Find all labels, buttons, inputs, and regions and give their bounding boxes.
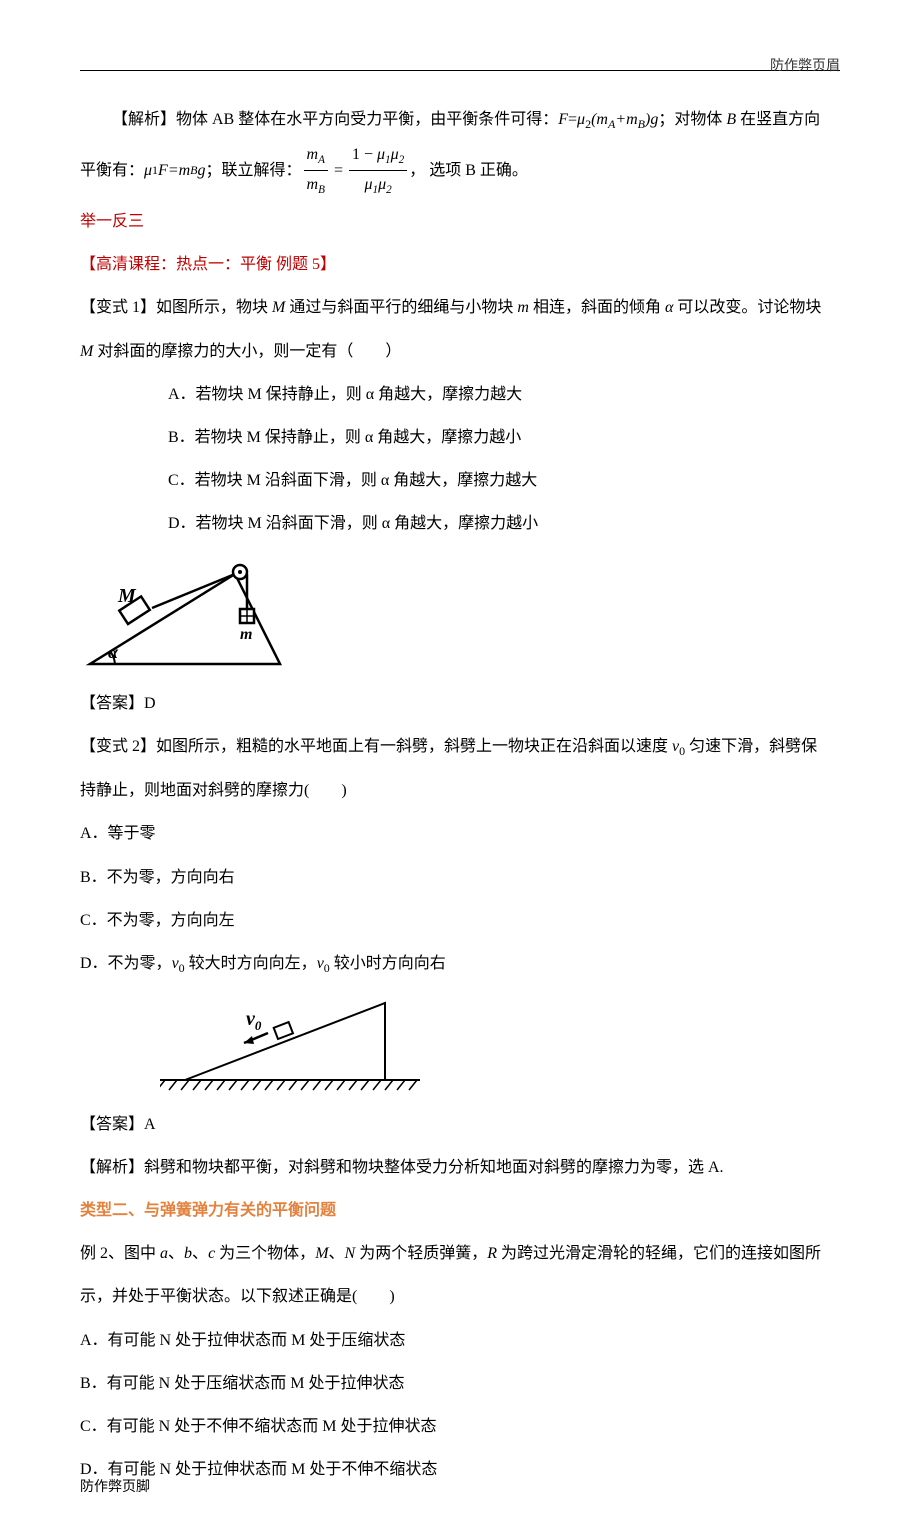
- header-rule: [80, 70, 840, 71]
- var-v: v: [172, 955, 179, 972]
- figure-wedge: v0: [160, 995, 840, 1095]
- den: m: [307, 176, 319, 193]
- fraction-left: mA mB: [304, 141, 328, 200]
- var-v: v: [317, 955, 324, 972]
- content-area: 【解析】物体 AB 整体在水平方向受力平衡，由平衡条件可得：F=μ2(mA+mB…: [80, 106, 840, 1483]
- text: ；联立解得：: [206, 157, 302, 184]
- option-b2: B．不为零，方向向右: [80, 864, 840, 891]
- var-b: b: [184, 1245, 192, 1262]
- solution-para-2: 平衡有： μ1F=mBg ；联立解得： mA mB = 1 − μ1μ2 μ1μ…: [80, 141, 840, 200]
- mu: μ: [364, 176, 372, 193]
- sep: 、: [168, 1245, 184, 1262]
- mu: μ: [378, 176, 386, 193]
- variant2-line1: 【变式 2】如图所示，粗糙的水平地面上有一斜劈，斜劈上一物块正在沿斜面以速度 v…: [80, 733, 840, 762]
- text: D．不为零，: [80, 955, 172, 972]
- variant2-line2: 持静止，则地面对斜劈的摩擦力( ): [80, 777, 840, 804]
- answer-2: 【答案】A: [80, 1111, 840, 1138]
- text: 为两个轻质弹簧，: [355, 1245, 487, 1262]
- option-a3: A．有可能 N 处于拉伸状态而 M 处于压缩状态: [80, 1327, 840, 1354]
- incline-pulley-svg: M m α: [80, 554, 300, 674]
- sub: B: [190, 160, 197, 180]
- label-m: m: [240, 626, 252, 643]
- option-c3: C．有可能 N 处于不伸不缩状态而 M 处于拉伸状态: [80, 1413, 840, 1440]
- wedge-svg: v0: [160, 995, 420, 1095]
- option-c: C．若物块 M 沿斜面下滑，则 α 角越大，摩擦力越大: [168, 467, 840, 494]
- example-label: 例 2、: [80, 1245, 124, 1262]
- option-a: A．若物块 M 保持静止，则 α 角越大，摩擦力越大: [168, 381, 840, 408]
- var-N: N: [345, 1245, 356, 1262]
- var-M: M: [315, 1245, 328, 1262]
- text: 为三个物体，: [215, 1245, 315, 1262]
- option-c2: C．不为零，方向向左: [80, 907, 840, 934]
- sub: 2: [386, 184, 392, 196]
- sep: 、: [329, 1245, 345, 1262]
- text: )g: [645, 111, 658, 128]
- var-mu: μ: [144, 157, 152, 184]
- example2-line1: 例 2、图中 a、b、c 为三个物体，M、N 为两个轻质弹簧，R 为跨过光滑定滑…: [80, 1240, 840, 1267]
- solution-para-1: 【解析】物体 AB 整体在水平方向受力平衡，由平衡条件可得：F=μ2(mA+mB…: [80, 106, 840, 135]
- option-b: B．若物块 M 保持静止，则 α 角越大，摩擦力越小: [168, 424, 840, 451]
- tail: ， 选项 B 正确。: [409, 157, 528, 184]
- label-v0: v0: [246, 1008, 262, 1033]
- var-M: M: [272, 299, 285, 316]
- fraction-right: 1 − μ1μ2 μ1μ2: [349, 141, 407, 200]
- text: 如图所示，物块: [156, 299, 272, 316]
- sub: 2: [399, 154, 405, 166]
- eq: F=m: [158, 157, 190, 184]
- text: 在竖直方向: [736, 111, 820, 128]
- equals: =: [334, 157, 343, 184]
- variant-label: 【变式 1】: [80, 299, 156, 316]
- text: 图中: [124, 1245, 160, 1262]
- footer-watermark: 防作弊页脚: [80, 1476, 150, 1500]
- option-a2: A．等于零: [80, 820, 840, 847]
- text: 可以改变。讨论物块: [673, 299, 821, 316]
- mu: μ: [377, 146, 385, 163]
- var-m: m: [517, 299, 529, 316]
- text: 为跨过光滑定滑轮的轻绳，它们的连接如图所: [497, 1245, 821, 1262]
- var-R: R: [487, 1245, 497, 1262]
- g: g: [198, 157, 206, 184]
- header-watermark: 防作弊页眉: [770, 55, 840, 79]
- text: 较大时方向向左，: [185, 955, 317, 972]
- option-d: D．若物块 M 沿斜面下滑，则 α 角越大，摩擦力越小: [168, 510, 840, 537]
- page: 防作弊页眉 【解析】物体 AB 整体在水平方向受力平衡，由平衡条件可得：F=μ2…: [0, 0, 920, 1539]
- sub: B: [638, 117, 645, 131]
- option-d3: D．有可能 N 处于拉伸状态而 M 处于不伸不缩状态: [80, 1456, 840, 1483]
- variant1-line1: 【变式 1】如图所示，物块 M 通过与斜面平行的细绳与小物块 m 相连，斜面的倾…: [80, 294, 840, 321]
- course-subtitle: 【高清课程：热点一：平衡 例题 5】: [80, 251, 840, 278]
- text: 【解析】物体 AB 整体在水平方向受力平衡，由平衡条件可得：: [112, 111, 558, 128]
- label-M: M: [117, 585, 137, 607]
- sep: 、: [192, 1245, 208, 1262]
- example2-line2: 示，并处于平衡状态。以下叙述正确是( ): [80, 1283, 840, 1310]
- section-inference-title: 举一反三: [80, 208, 840, 235]
- text: (m: [591, 111, 608, 128]
- variant1-line2: M 对斜面的摩擦力的大小，则一定有（ ）: [80, 338, 840, 365]
- option-b3: B．有可能 N 处于压缩状态而 M 处于拉伸状态: [80, 1370, 840, 1397]
- option-d2: D．不为零，v0 较大时方向向左，v0 较小时方向向右: [80, 950, 840, 979]
- text: +m: [615, 111, 637, 128]
- var-F: F: [558, 111, 568, 128]
- var-B: B: [726, 111, 736, 128]
- sub: B: [318, 184, 325, 196]
- text: ；对物体: [658, 111, 726, 128]
- text: 较小时方向向右: [330, 955, 446, 972]
- label-alpha: α: [108, 642, 119, 662]
- sub: A: [318, 154, 325, 166]
- variant-label: 【变式 2】: [80, 738, 156, 755]
- section-type2-title: 类型二、与弹簧弹力有关的平衡问题: [80, 1197, 840, 1224]
- text: 相连，斜面的倾角: [529, 299, 665, 316]
- explanation-2: 【解析】斜劈和物块都平衡，对斜劈和物块整体受力分析知地面对斜劈的摩擦力为零，选 …: [80, 1154, 840, 1181]
- num: m: [307, 146, 319, 163]
- figure-incline-pulley: M m α: [80, 554, 840, 674]
- mu: μ: [391, 146, 399, 163]
- answer-1: 【答案】D: [80, 690, 840, 717]
- text: 通过与斜面平行的细绳与小物块: [285, 299, 517, 316]
- text: 平衡有：: [80, 157, 144, 184]
- text: 如图所示，粗糙的水平地面上有一斜劈，斜劈上一物块正在沿斜面以速度: [156, 738, 672, 755]
- var-M: M: [80, 343, 93, 360]
- var-mu: μ: [577, 111, 585, 128]
- text: 对斜面的摩擦力的大小，则一定有（ ）: [93, 343, 401, 360]
- text: 匀速下滑，斜劈保: [685, 738, 817, 755]
- var-a: a: [160, 1245, 168, 1262]
